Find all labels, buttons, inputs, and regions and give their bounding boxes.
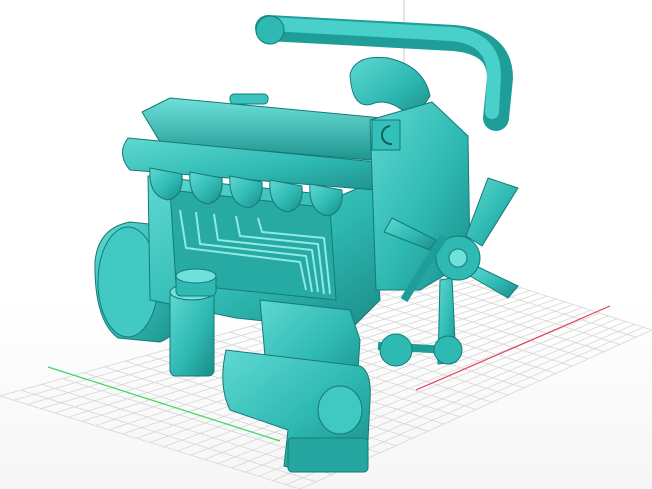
valve-cover-handle (229, 93, 269, 105)
grid-line (397, 285, 605, 353)
pipe-end-cap (255, 15, 285, 45)
pan-bottom (287, 437, 369, 473)
crank-pulley (379, 333, 413, 367)
engine-model[interactable] (94, 15, 519, 473)
scene-canvas[interactable] (0, 0, 652, 489)
grid-line (438, 273, 637, 338)
pan-drain-boss (317, 385, 363, 435)
crescent-badge-box (371, 119, 401, 151)
idler-pulley (433, 335, 463, 365)
3d-viewport[interactable] (0, 0, 652, 489)
oil-filter (169, 268, 217, 377)
